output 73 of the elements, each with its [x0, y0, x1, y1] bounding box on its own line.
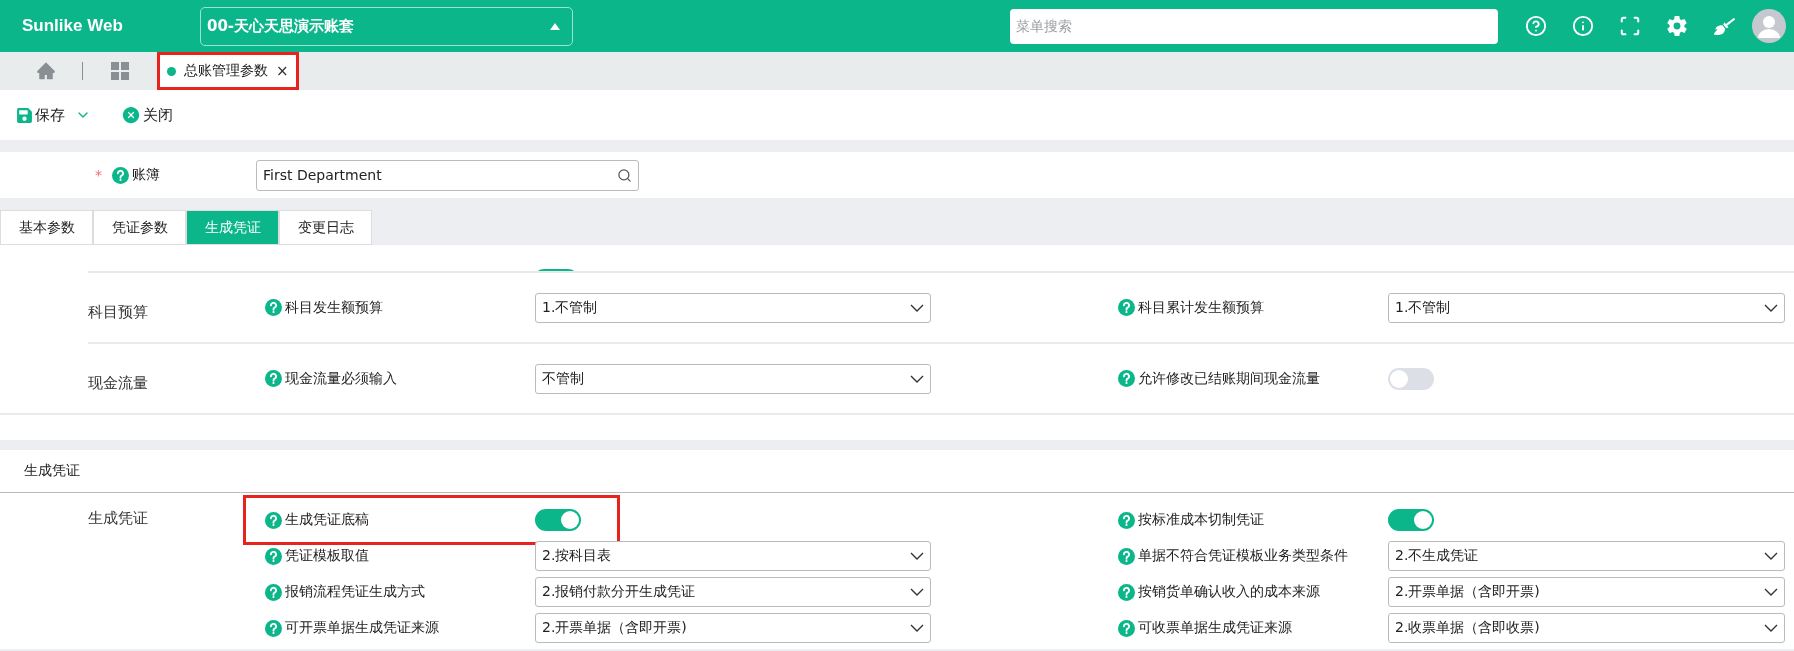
chevron-down-icon — [1764, 552, 1778, 560]
field-label: 账簿 — [132, 166, 160, 184]
chevron-down-icon — [910, 624, 924, 632]
select-field[interactable]: 1.不管制 — [1388, 292, 1785, 323]
search-icon[interactable] — [617, 167, 632, 183]
close-icon[interactable]: × — [276, 62, 289, 80]
group-label: 生成凭证 — [88, 508, 149, 528]
toggle-switch[interactable] — [535, 509, 581, 531]
menu-search-field[interactable]: 菜单搜索 — [1010, 8, 1498, 44]
select-field[interactable]: 1.不管制 — [535, 292, 931, 323]
select-field[interactable]: 2.不生成凭证 — [1388, 541, 1785, 571]
chevron-down-icon — [1764, 588, 1778, 596]
select-field[interactable]: 2.开票单据（含即开票) — [535, 613, 931, 643]
save-button[interactable]: 保存 — [16, 105, 91, 125]
field-label: 报销流程凭证生成方式 — [285, 583, 425, 601]
field-label: 科目发生额预算 — [285, 298, 383, 317]
field-label: 科目累计发生额预算 — [1138, 298, 1264, 317]
app-logo: Sunlike Web — [22, 16, 124, 36]
select-field[interactable]: 不管制 — [535, 363, 931, 394]
close-icon — [121, 105, 141, 125]
chevron-down-icon — [1764, 303, 1778, 312]
help-icon — [1118, 619, 1135, 637]
home-icon[interactable] — [36, 61, 56, 81]
field-label: 允许修改已结账期间现金流量 — [1138, 369, 1320, 388]
settings-icon[interactable] — [1665, 14, 1689, 38]
chevron-down-icon — [910, 552, 924, 560]
help-icon — [1118, 547, 1135, 565]
help-icon — [265, 370, 282, 387]
help-icon — [1118, 511, 1135, 529]
tab[interactable]: 凭证参数 — [93, 210, 186, 245]
help-icon — [1118, 583, 1135, 601]
field-label: 可开票单据生成凭证来源 — [285, 619, 439, 637]
field-label: 按标准成本切制凭证 — [1138, 511, 1264, 529]
toggle-switch[interactable] — [1388, 509, 1434, 531]
toggle-switch[interactable] — [1388, 367, 1434, 390]
help-icon — [265, 547, 282, 565]
status-dot — [167, 66, 176, 76]
field-label: 现金流量必须输入 — [285, 369, 397, 388]
avatar-icon[interactable] — [1752, 9, 1786, 43]
field-label: 按销货单确认收入的成本来源 — [1138, 583, 1320, 601]
help-icon — [265, 511, 282, 529]
group-label: 科目预算 — [88, 302, 149, 322]
field-label: 可收票单据生成凭证来源 — [1138, 619, 1292, 637]
group-label: 现金流量 — [88, 373, 149, 393]
select-field[interactable]: 2.按科目表 — [535, 541, 931, 571]
select-field[interactable]: 2.收票单据（含即收票) — [1388, 613, 1785, 643]
field-label: 凭证模板取值 — [285, 547, 369, 565]
tab[interactable]: 变更日志 — [279, 210, 372, 245]
grid-icon[interactable] — [111, 62, 129, 80]
section-title: 生成凭证 — [24, 462, 80, 480]
select-field[interactable]: 2.报销付款分开生成凭证 — [535, 577, 931, 607]
help-icon — [265, 619, 282, 637]
help-icon — [265, 583, 282, 601]
help-icon — [265, 299, 282, 316]
close-button[interactable]: 关闭 — [121, 105, 173, 125]
page-tab[interactable]: 总账管理参数 × — [157, 52, 299, 90]
help-icon — [1118, 370, 1135, 387]
help-icon[interactable] — [1524, 14, 1548, 38]
caret-up-icon — [550, 22, 560, 30]
chevron-down-icon — [910, 303, 924, 312]
chevron-down-icon — [1764, 624, 1778, 632]
chevron-down-icon — [910, 588, 924, 596]
field-label: 单据不符合凭证模板业务类型条件 — [1138, 547, 1348, 565]
help-icon — [1118, 299, 1135, 316]
required-mark: * — [95, 167, 102, 183]
tab[interactable]: 基本参数 — [0, 210, 93, 245]
ledger-field[interactable]: First Department — [256, 159, 639, 191]
info-icon[interactable] — [1571, 14, 1595, 38]
chevron-down-icon — [910, 374, 924, 383]
fullscreen-icon[interactable] — [1618, 14, 1642, 38]
field-label: 生成凭证底稿 — [285, 511, 369, 529]
help-icon — [112, 166, 129, 184]
select-field[interactable]: 2.开票单据（含即开票) — [1388, 577, 1785, 607]
